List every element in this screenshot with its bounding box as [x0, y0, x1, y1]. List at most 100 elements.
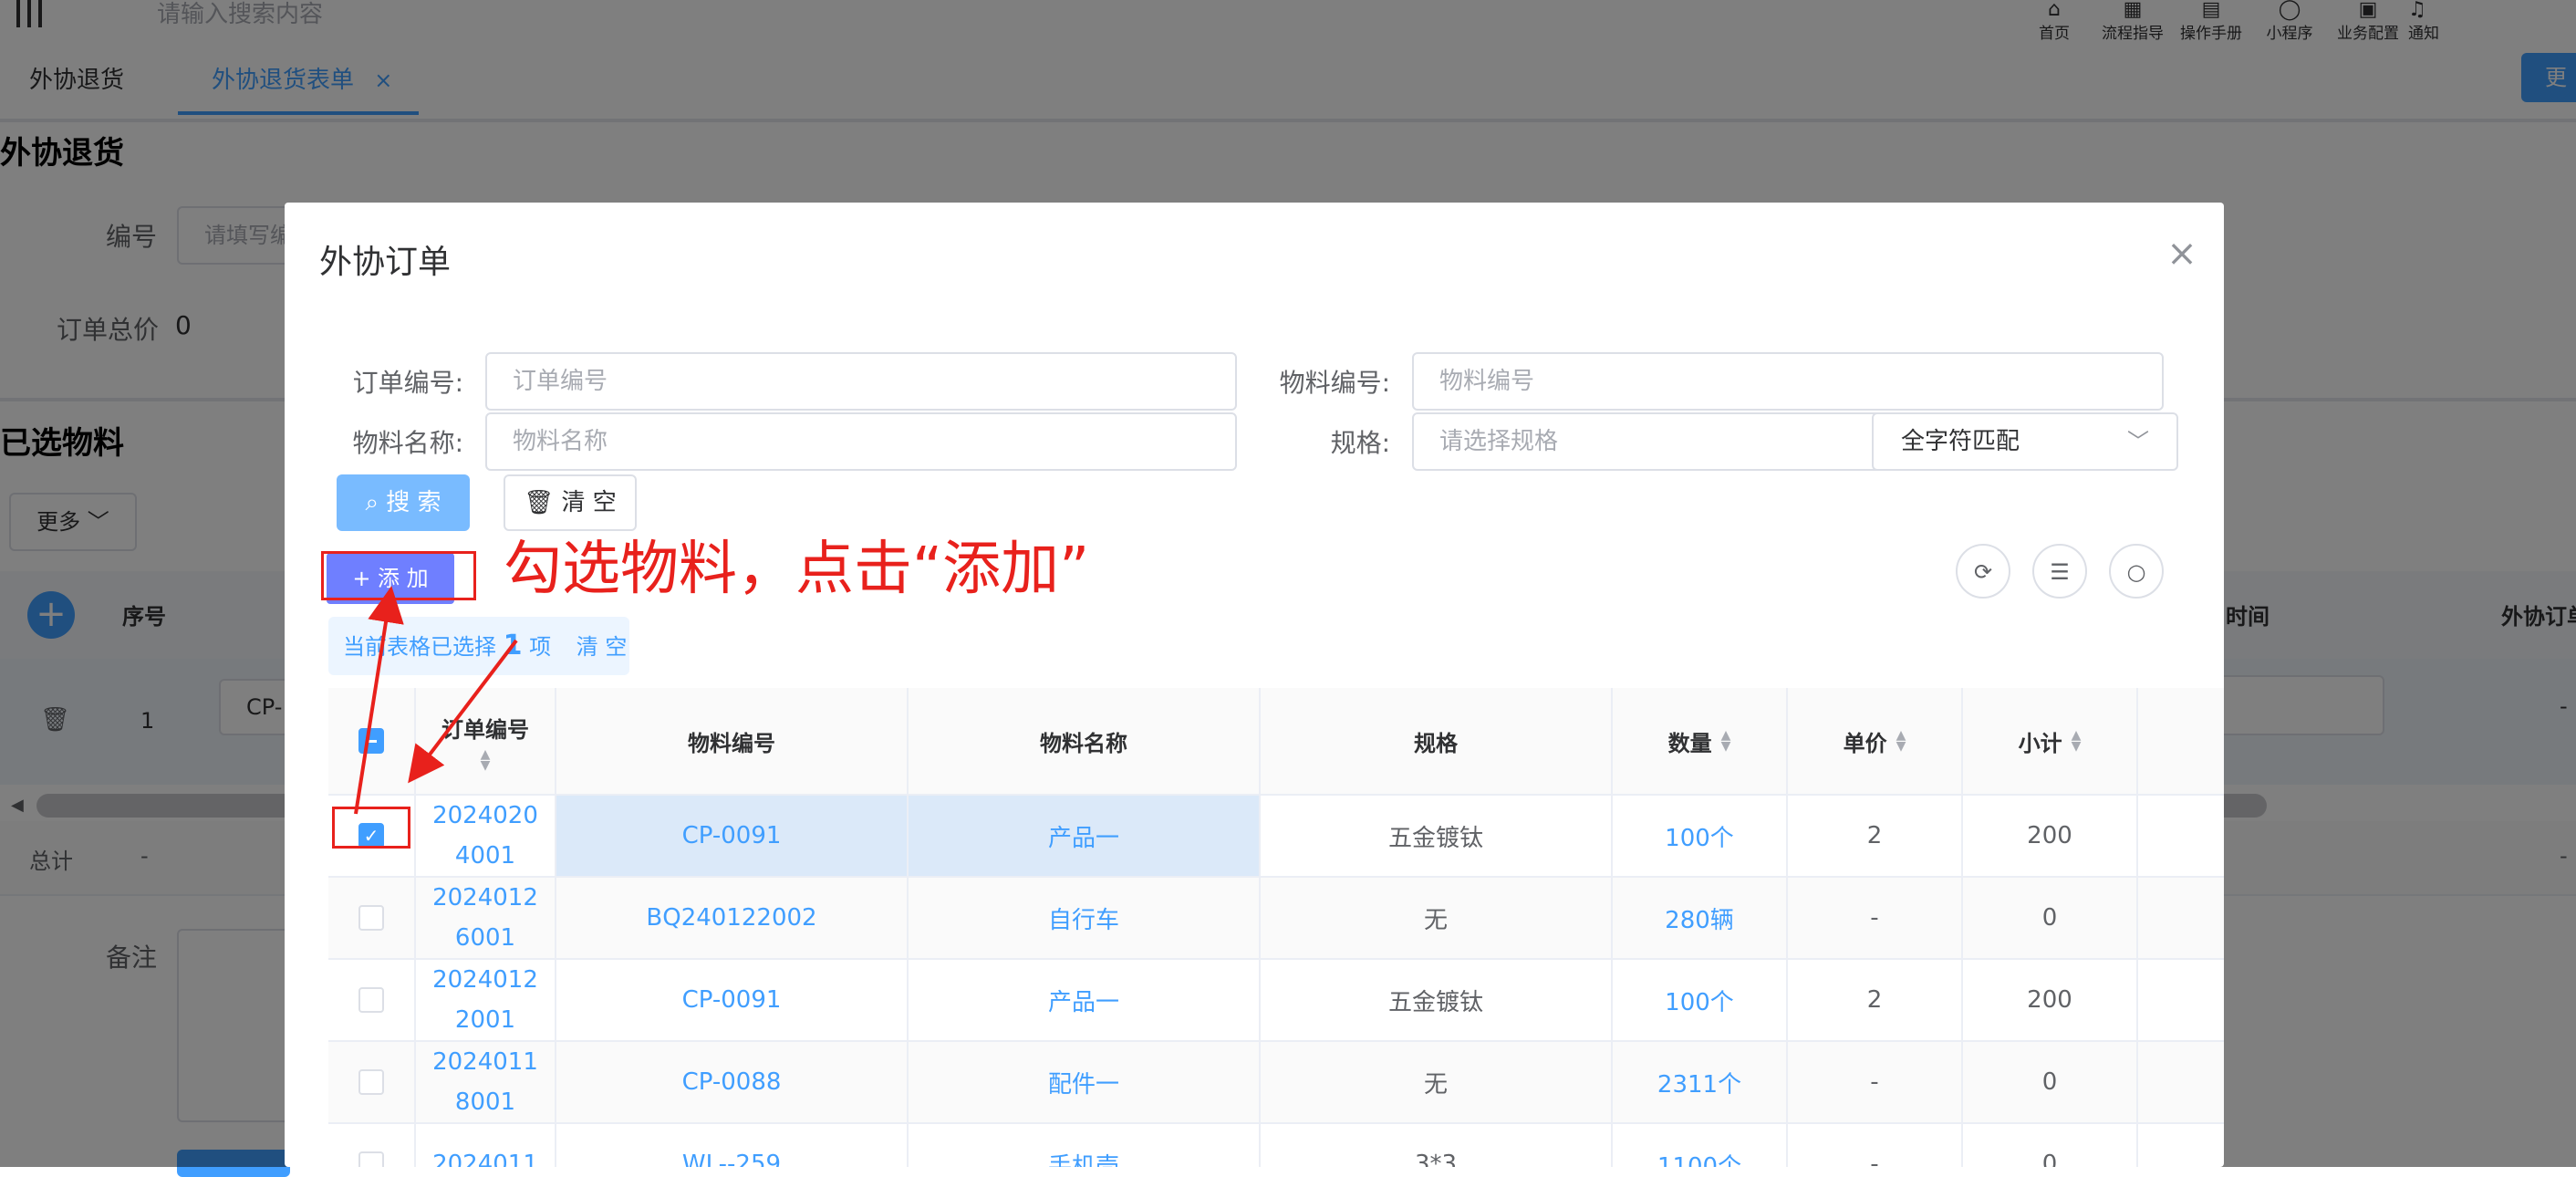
col-order-no-label: 订单编号: [441, 716, 529, 743]
cell-order-no: 2024012 6001: [416, 878, 556, 960]
col-qty[interactable]: 数量 ▲ ▼: [1613, 688, 1788, 796]
cell-material-no[interactable]: CP-0088: [556, 1042, 909, 1124]
material-no-input[interactable]: 物料编号: [1412, 352, 2164, 411]
col-spec: 规格: [1261, 688, 1613, 796]
order-no-line2: 4001: [454, 842, 516, 870]
cell-spec: 五金镀钛: [1261, 960, 1613, 1042]
order-no-label: 订单编号:: [352, 368, 463, 398]
cell-subtotal: 0: [1963, 1042, 2138, 1124]
col-material-name: 物料名称: [909, 688, 1261, 796]
cell-order-no: 2024020 4001: [416, 796, 556, 878]
column-settings-icon[interactable]: ☰: [2032, 544, 2087, 599]
cell-order-no: 2024012 2001: [416, 960, 556, 1042]
refresh-icon[interactable]: ⟳: [1956, 544, 2010, 599]
cell-qty[interactable]: 100个: [1613, 796, 1788, 878]
row-checkbox[interactable]: [358, 905, 384, 931]
cell-material-name[interactable]: 自行车: [909, 878, 1261, 960]
search-button[interactable]: ⌕ 搜 索: [337, 474, 470, 531]
row-select[interactable]: [328, 1042, 416, 1124]
cell-overflow: [2138, 960, 2224, 1042]
row-checkbox[interactable]: [358, 987, 384, 1013]
order-no-line1: 2024012: [432, 966, 538, 994]
col-subtotal[interactable]: 小计 ▲ ▼: [1963, 688, 2138, 796]
cell-spec: 3*3: [1261, 1124, 1613, 1167]
row-checkbox[interactable]: [358, 1069, 384, 1095]
cell-price: 2: [1788, 960, 1963, 1042]
cell-order-no: 2024011: [416, 1124, 556, 1167]
cell-spec: 五金镀钛: [1261, 796, 1613, 878]
cell-overflow: [2138, 878, 2224, 960]
cell-qty[interactable]: 1100个: [1613, 1124, 1788, 1167]
order-no-input[interactable]: 订单编号: [485, 352, 1237, 411]
cell-material-no[interactable]: WL--259: [556, 1124, 909, 1167]
spec-label: 规格:: [1330, 428, 1390, 458]
chevron-down-icon: ﹀: [2127, 429, 2149, 454]
col-order-no[interactable]: 订单编号 ▲ ▼: [416, 688, 556, 796]
cell-material-no[interactable]: CP-0091: [556, 960, 909, 1042]
col-qty-label: 数量: [1667, 730, 1712, 756]
selection-prefix: 当前表格已选择: [343, 634, 496, 660]
cell-material-name[interactable]: 产品一: [909, 960, 1261, 1042]
cell-spec: 无: [1261, 878, 1613, 960]
row-select[interactable]: [328, 1124, 416, 1167]
cell-material-name[interactable]: 配件一: [909, 1042, 1261, 1124]
selection-count: 1: [503, 630, 523, 661]
material-no-label: 物料编号:: [1279, 368, 1390, 398]
cell-overflow: [2138, 796, 2224, 878]
col-price[interactable]: 单价 ▲ ▼: [1788, 688, 1963, 796]
order-no-line2: 8001: [454, 1088, 516, 1116]
cell-qty[interactable]: 100个: [1613, 960, 1788, 1042]
sort-icon[interactable]: ▲ ▼: [1721, 729, 1731, 753]
row-select[interactable]: [328, 960, 416, 1042]
cell-qty[interactable]: 2311个: [1613, 1042, 1788, 1124]
row-select[interactable]: [328, 878, 416, 960]
trash-icon: 🗑: [524, 489, 562, 516]
cell-overflow: [2138, 1124, 2224, 1167]
cell-material-name[interactable]: 手机壳: [909, 1124, 1261, 1167]
cell-qty[interactable]: 280辆: [1613, 878, 1788, 960]
col-price-label: 单价: [1843, 730, 1887, 756]
cell-price: -: [1788, 1124, 1963, 1167]
outsource-order-dialog: 外协订单 × 订单编号: 订单编号 物料编号: 物料编号 物料名称: 物料名称 …: [285, 203, 2224, 1167]
col-material-no: 物料编号: [556, 688, 909, 796]
checkbox-highlight: [332, 807, 410, 849]
material-name-label: 物料名称:: [352, 428, 463, 458]
cell-price: -: [1788, 1042, 1963, 1124]
cell-subtotal: 0: [1963, 1124, 2138, 1167]
search-icon: ⌕: [365, 489, 387, 516]
cell-spec: 无: [1261, 1042, 1613, 1124]
toggle-search-icon[interactable]: ○: [2109, 544, 2164, 599]
select-all-checkbox[interactable]: [358, 728, 384, 754]
row-checkbox[interactable]: [358, 1151, 384, 1167]
order-no-line1: 2024020: [432, 802, 538, 829]
cell-material-no[interactable]: BQ240122002: [556, 878, 909, 960]
cell-material-no[interactable]: CP-0091: [556, 796, 909, 878]
sort-icon[interactable]: ▲ ▼: [481, 748, 491, 772]
selection-suffix: 项: [529, 634, 552, 660]
cell-subtotal: 200: [1963, 960, 2138, 1042]
order-no-line1: 2024012: [432, 884, 538, 911]
cell-material-name[interactable]: 产品一: [909, 796, 1261, 878]
col-overflow: [2138, 688, 2224, 796]
selection-clear-link[interactable]: 清 空: [576, 634, 628, 660]
search-button-label: 搜 索: [386, 489, 441, 516]
material-name-input[interactable]: 物料名称: [485, 412, 1237, 471]
cell-subtotal: 0: [1963, 878, 2138, 960]
cell-order-no: 2024011 8001: [416, 1042, 556, 1124]
match-mode-value: 全字符匹配: [1901, 428, 2020, 455]
add-button-highlight: [321, 551, 476, 600]
order-no-line2: 6001: [454, 924, 516, 952]
sort-icon[interactable]: ▲ ▼: [2072, 729, 2082, 753]
sort-icon[interactable]: ▲ ▼: [1896, 729, 1906, 753]
spec-input[interactable]: 请选择规格: [1412, 412, 1885, 471]
close-icon[interactable]: ×: [2164, 235, 2200, 272]
col-subtotal-label: 小计: [2018, 730, 2062, 756]
order-no-line2: 2001: [454, 1006, 516, 1034]
order-no-line1: 2024011: [432, 1048, 538, 1076]
header-select-all[interactable]: [328, 688, 416, 796]
match-mode-select[interactable]: 全字符匹配 ﹀: [1872, 412, 2178, 471]
clear-button-label: 清 空: [561, 489, 617, 516]
clear-button[interactable]: 🗑 清 空: [504, 474, 637, 531]
cell-price: -: [1788, 878, 1963, 960]
annotation-text: 勾选物料，点击“添加”: [504, 536, 1090, 603]
